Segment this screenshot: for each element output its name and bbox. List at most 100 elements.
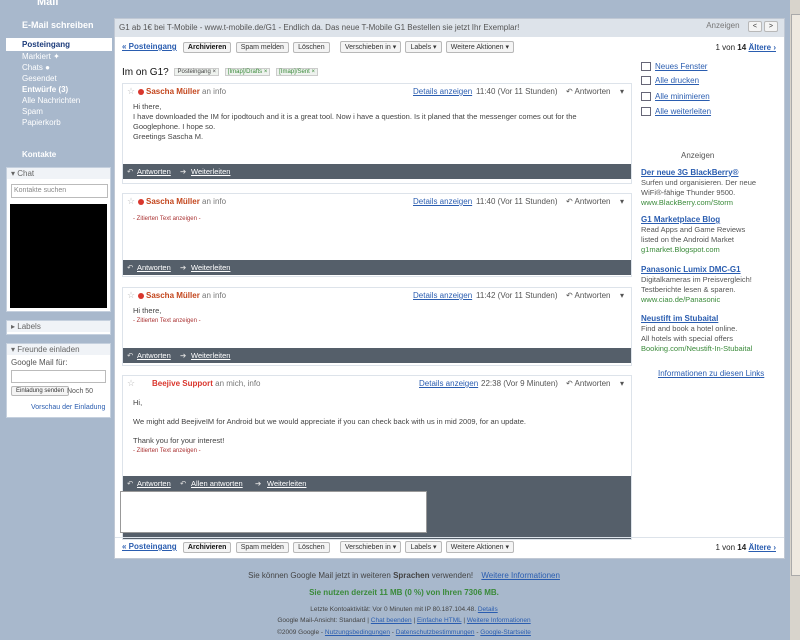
label-tag[interactable]: Posteingang × [174,68,220,77]
ads-info-link[interactable]: Informationen zu diesen Links [658,369,764,378]
star-icon[interactable]: ☆ [127,196,135,207]
details-link[interactable]: Details anzeigen [419,379,478,388]
more-info-link[interactable]: Weitere Informationen [481,571,560,580]
invite-preview-link[interactable]: Vorschau der Einladung [31,404,105,411]
print-all-link[interactable]: Alle drucken [641,75,699,86]
ad-title[interactable]: Panasonic Lumix DMC-G1 [641,265,741,274]
top-ad-bar: G1 ab 1€ bei T-Mobile - www.t-mobile.de/… [115,19,784,37]
reply-button[interactable]: Antworten [137,263,171,272]
labels-dropdown[interactable]: Labels ▾ [405,541,442,553]
invite-send-button[interactable]: Einladung senden [11,386,70,396]
chat-contact-list [10,204,107,308]
message-header[interactable]: ☆ Sascha Müller an info Details anzeigen… [123,194,631,210]
reply-link[interactable]: ↶ Antworten [566,291,611,300]
delete-button[interactable]: Löschen [293,542,330,553]
nav-spam[interactable]: Spam [0,106,112,117]
chat-header[interactable]: ▾ Chat [7,168,110,179]
more-actions-dropdown[interactable]: Weitere Aktionen ▾ [445,41,515,53]
google-home-link[interactable]: Google-Startseite [480,629,531,636]
label-tag[interactable]: [Imap]/Sent × [276,68,319,77]
prev-ad-icon[interactable]: < [747,21,762,32]
reply-button[interactable]: Antworten [137,167,171,176]
ad-title[interactable]: Der neue 3G BlackBerry® [641,168,739,177]
forward-all-link[interactable]: Alle weiterleiten [641,106,711,117]
more-options-icon[interactable]: ▾ [620,379,624,388]
labels-panel[interactable]: ▸ Labels [6,320,111,335]
forward-button[interactable]: Weiterleiten [191,351,230,360]
pagination: 1 von 14 Ältere › [715,543,776,552]
details-link[interactable]: Details anzeigen [413,291,472,300]
reply-arrow-icon: ↶ [566,197,573,206]
reply-link[interactable]: ↶ Antworten [566,379,611,388]
nav-starred[interactable]: Markiert ✦ [0,51,112,62]
star-icon[interactable]: ☆ [127,290,135,301]
nav-all-mail[interactable]: Alle Nachrichten [0,95,112,106]
collapse-icon [641,92,651,102]
forward-button[interactable]: Weiterleiten [191,263,230,272]
ad-title[interactable]: Neustift im Stubaital [641,314,718,323]
reply-all-button[interactable]: Allen antworten [191,479,243,488]
top-ad-text[interactable]: G1 ab 1€ bei T-Mobile - www.t-mobile.de/… [119,23,519,32]
forward-button[interactable]: Weiterleiten [267,479,306,488]
more-actions-dropdown[interactable]: Weitere Aktionen ▾ [445,541,515,553]
message-header[interactable]: ☆ Sascha Müller an info Details anzeigen… [123,288,631,304]
privacy-link[interactable]: Datenschutzbestimmungen [396,629,475,636]
more-options-icon[interactable]: ▾ [620,87,624,96]
nav-drafts[interactable]: Entwürfe (3) [0,84,112,95]
compose-link[interactable]: E-Mail schreiben [22,20,94,30]
basic-html-link[interactable]: Einfache HTML [417,617,462,624]
back-to-inbox-link[interactable]: « Posteingang [122,542,177,551]
older-link[interactable]: Ältere › [748,543,776,552]
move-to-dropdown[interactable]: Verschieben in ▾ [339,41,402,53]
turn-off-chat-link[interactable]: Chat beenden [371,617,412,624]
archive-button[interactable]: Archivieren [182,42,232,53]
reply-button[interactable]: Antworten [137,351,171,360]
ad-title[interactable]: G1 Marketplace Blog [641,215,720,224]
terms-link[interactable]: Nutzungsbedingungen [325,629,390,636]
collapse-all-link[interactable]: Alle minimieren [641,91,710,102]
details-link[interactable]: Details anzeigen [413,197,472,206]
new-window-link[interactable]: Neues Fenster [641,61,707,72]
report-spam-button[interactable]: Spam melden [235,42,289,53]
delete-button[interactable]: Löschen [293,42,330,53]
message-header[interactable]: ☆ Sascha Müller an info Details anzeigen… [123,84,631,100]
show-quoted-text-link[interactable]: - Zitierten Text anzeigen - [133,214,201,224]
more-info-link[interactable]: Weitere Informationen [467,617,531,624]
show-quoted-text-link[interactable]: - Zitierten Text anzeigen - [133,446,526,456]
more-options-icon[interactable]: ▾ [620,197,624,206]
scrollbar-thumb[interactable] [791,14,800,576]
folder-nav: Posteingang Markiert ✦ Chats ● Gesendet … [0,38,112,128]
message-header[interactable]: ☆ Beejive Support an mich, info Details … [123,376,631,392]
show-quoted-text-link[interactable]: - Zitierten Text anzeigen - [133,316,201,326]
reply-link[interactable]: ↶ Antworten [566,197,611,206]
archive-button[interactable]: Archivieren [182,542,232,553]
invite-header: Freunde einladen [17,345,80,354]
label-tag[interactable]: [Imap]/Drafts × [224,68,271,77]
contacts-link[interactable]: Kontakte [22,150,56,159]
more-options-icon[interactable]: ▾ [620,291,624,300]
chat-search-input[interactable]: Kontakte suchen [11,184,108,198]
nav-sent[interactable]: Gesendet [0,73,112,84]
forward-button[interactable]: Weiterleiten [191,167,230,176]
labels-dropdown[interactable]: Labels ▾ [405,41,442,53]
older-link[interactable]: Ältere › [748,43,776,52]
reply-link[interactable]: ↶ Antworten [566,87,611,96]
reply-textarea[interactable] [120,491,427,533]
top-toolbar: « Posteingang Archivieren Spam melden Lö… [115,38,784,56]
report-spam-button[interactable]: Spam melden [235,542,289,553]
nav-trash[interactable]: Papierkorb [0,117,112,128]
reply-arrow-icon: ↶ [566,379,573,388]
reply-button[interactable]: Antworten [137,479,171,488]
page-scrollbar[interactable] [790,0,800,640]
next-ad-icon[interactable]: > [763,21,778,32]
invite-email-input[interactable] [11,370,106,383]
nav-chats[interactable]: Chats ● [0,62,112,73]
star-icon[interactable]: ☆ [127,378,135,389]
new-window-icon [641,62,651,72]
activity-details-link[interactable]: Details [478,606,498,613]
details-link[interactable]: Details anzeigen [413,87,472,96]
back-to-inbox-link[interactable]: « Posteingang [122,42,177,51]
nav-inbox[interactable]: Posteingang [6,38,112,51]
move-to-dropdown[interactable]: Verschieben in ▾ [339,541,402,553]
star-icon[interactable]: ☆ [127,86,135,97]
